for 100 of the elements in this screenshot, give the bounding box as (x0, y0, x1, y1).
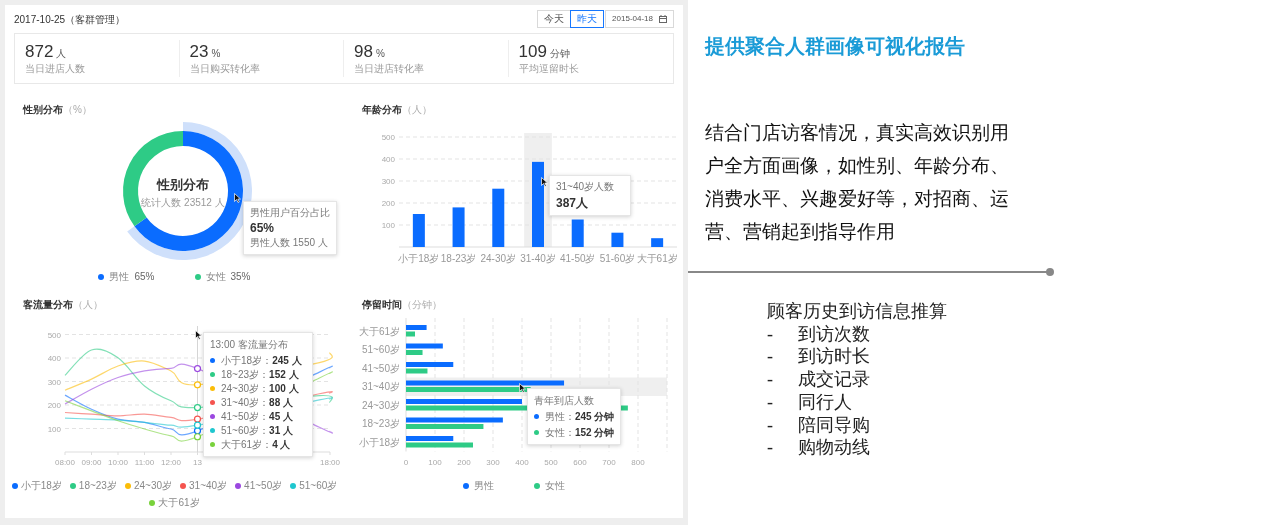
legend-label: 51~60岁 (299, 479, 338, 493)
axis-label: 700 (602, 457, 616, 467)
list-bullet: - (767, 390, 774, 414)
tooltip-value: 100 人 (269, 382, 299, 396)
chart-unit: （%） (63, 103, 92, 117)
axis-label: 300 (47, 377, 61, 387)
stat-unit: 人 (56, 47, 67, 61)
legend-value: 35% (230, 270, 251, 284)
axis-label: 200 (47, 401, 61, 410)
legend-label: 女性 (205, 270, 226, 284)
legend-label: 18~23岁 (78, 479, 117, 493)
axis-label: 24-30岁 (480, 253, 517, 264)
tooltip-label: 小于18岁： (221, 354, 273, 368)
tooltip-label: 18~23岁： (221, 368, 270, 382)
axis-label: 10:00 (108, 458, 128, 467)
date-tab[interactable]: 今天 (537, 10, 572, 28)
tooltip-label: 41~50岁： (221, 410, 270, 424)
calendar-icon (659, 15, 667, 23)
stat-label: 当日购买转化率 (189, 63, 261, 75)
axis-label: 800 (631, 457, 645, 467)
legend-label: 小于18岁 (20, 479, 62, 493)
axis-label: 100 (381, 221, 395, 230)
chart-unit: （人） (73, 298, 103, 312)
axis-label: 41~50岁 (361, 362, 400, 374)
axis-label: 500 (544, 457, 558, 467)
axis-label: 51~60岁 (361, 344, 400, 356)
chart-title: 性别分布 (23, 103, 63, 117)
tooltip-value: 31 人 (269, 424, 293, 438)
tooltip-value: 65% (250, 221, 276, 235)
tooltip-label: 31~40岁： (221, 396, 270, 410)
tooltip-title: 男性用户百分占比 (250, 207, 330, 219)
axis-label: 大于61岁 (636, 253, 678, 264)
list-item: 同行人 (798, 390, 852, 414)
stat-value: 109 (518, 42, 547, 62)
date-tab[interactable]: 昨天 (570, 10, 605, 28)
list-bullet: - (767, 436, 774, 459)
legend-label: 女性 (544, 479, 565, 493)
tooltip-title: 31~40岁人数 (556, 181, 616, 193)
legend-label: 大于61岁 (158, 496, 200, 510)
date-field[interactable]: 2015-04-18 (605, 10, 674, 28)
stat-label: 当日进店人数 (25, 63, 86, 75)
point-marker (193, 364, 202, 373)
list-bullet: - (767, 368, 774, 391)
tooltip-value: 152 人 (269, 368, 299, 382)
axis-label: 51-60岁 (599, 253, 636, 264)
axis-label: 24~30岁 (361, 399, 400, 411)
report-description: 结合门店访客情况，真实高效识别用户全方面画像，如性别、年龄分布、消费水平、兴趣爱好等，对招商、运营、营销起到指导作用 (705, 121, 1010, 244)
list-bullet: - (767, 345, 774, 369)
chart-unit: （分钟） (402, 298, 442, 312)
chart-title: 年龄分布 (362, 103, 402, 117)
stat-unit: 分钟 (549, 47, 570, 61)
axis-label: 200 (457, 457, 471, 467)
axis-label: 500 (47, 330, 61, 340)
stat-value: 98 (354, 42, 373, 62)
chart-unit: （人） (402, 103, 432, 117)
axis-label: 400 (47, 354, 61, 363)
axis-label: 13 (193, 458, 202, 467)
tooltip-value: 152 分钟 (575, 425, 615, 440)
stat-unit: % (211, 47, 221, 61)
tooltip-label: 51~60岁： (221, 424, 270, 438)
axis-label: 600 (573, 457, 587, 467)
axis-label: 0 (403, 457, 409, 467)
chart-title: 客流量分布 (23, 298, 73, 312)
list-item: 购物动线 (798, 436, 870, 459)
legend-label: 41~50岁 (244, 479, 283, 493)
axis-label: 小于18岁 (398, 253, 440, 264)
tooltip-label: 大于61岁： (221, 438, 273, 452)
axis-label: 500 (381, 133, 395, 142)
axis-label: 09:00 (81, 458, 102, 467)
list-bullet: - (767, 413, 774, 437)
tooltip-value: 45 人 (269, 410, 293, 424)
axis-label: 08:00 (55, 458, 75, 467)
axis-label: 大于61岁 (358, 325, 400, 337)
legend-label: 24~30岁 (133, 479, 172, 493)
axis-label: 41-50岁 (559, 253, 596, 264)
donut-subtitle: 统计人数 23512 人 (141, 197, 225, 208)
stat-value: 872 (25, 42, 54, 62)
stat-value: 23 (189, 42, 209, 62)
axis-label: 200 (381, 199, 395, 208)
axis-label: 31-40岁 (520, 253, 556, 264)
tooltip-label: 女性： (545, 425, 575, 440)
axis-label: 300 (381, 177, 395, 186)
axis-label: 300 (486, 457, 500, 467)
tooltip-detail: 男性人数 1550 人 (250, 237, 329, 249)
page-title: 2017-10-25（客群管理） (14, 12, 126, 27)
cursor-icon (234, 193, 241, 203)
axis-label: 小于18岁 (358, 436, 400, 448)
tooltip-label: 24~30岁： (221, 382, 270, 396)
legend-label: 31~40岁 (189, 479, 228, 493)
list-heading: 顾客历史到访信息推算 (767, 300, 948, 323)
list-item: 到访次数 (798, 322, 870, 346)
tooltip-value: 88 人 (269, 396, 293, 410)
stat-label: 平均逗留时长 (518, 63, 580, 75)
tooltip-title: 13:00 客流量分布 (210, 338, 289, 352)
chart-title: 停留时间 (362, 298, 402, 312)
tooltip-label: 男性： (545, 409, 575, 424)
list-item: 成交记录 (798, 368, 870, 391)
point-marker (193, 404, 202, 412)
axis-label: 100 (47, 424, 61, 434)
axis-label: 400 (381, 155, 395, 164)
